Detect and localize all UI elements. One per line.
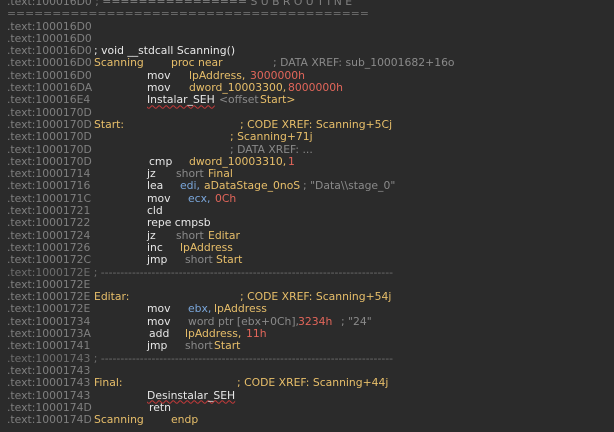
address: .text:1000172E bbox=[7, 302, 91, 316]
separator-line: .text:1000172E ; -----------------------… bbox=[0, 265, 614, 279]
operand-offset: <offset bbox=[219, 93, 259, 107]
operand-number: 8000000h bbox=[288, 81, 343, 95]
label-final[interactable]: Final: bbox=[94, 376, 123, 389]
address: .text:10001741 bbox=[7, 339, 91, 353]
label-start[interactable]: Start: bbox=[94, 118, 124, 131]
separator-line: ======================================== bbox=[0, 7, 614, 21]
operand-register: edi, bbox=[180, 179, 200, 193]
instruction-line: .text:10001743 Desinstalar_SEH bbox=[0, 388, 614, 402]
operand-register: ebx, bbox=[188, 302, 212, 316]
address: .text:10001743 bbox=[7, 376, 91, 390]
address: .text:100016E4 bbox=[7, 93, 91, 107]
proc-line: .text:100016D0 Scanning proc near ; DATA… bbox=[0, 56, 614, 70]
operand-register: ecx, bbox=[188, 191, 211, 205]
xref-comment[interactable]: ; CODE XREF: Scanning+44j bbox=[237, 376, 388, 389]
instruction-line: .text:1000170D cmp dword_10003310, 1 bbox=[0, 154, 614, 168]
instruction-line: .text:1000173A add lpAddress, 11h bbox=[0, 327, 614, 341]
mnemonic: mov bbox=[147, 302, 171, 316]
mnemonic: jmp bbox=[147, 339, 168, 353]
address: .text:10001716 bbox=[7, 179, 91, 193]
operand-number: 1 bbox=[288, 154, 295, 168]
blank-line: .text:100016D0 bbox=[0, 20, 614, 33]
xref-comment[interactable]: ; DATA XREF: sub_10001682+16o bbox=[273, 57, 455, 70]
string-comment: ; "24" bbox=[341, 314, 372, 328]
instruction-line: .text:10001724 jz short Editar bbox=[0, 229, 614, 242]
operand-start[interactable]: Start bbox=[216, 253, 242, 266]
comment-line: .text:1000170D ; Scanning+71j bbox=[0, 130, 614, 144]
operand-number: 0Ch bbox=[215, 191, 237, 205]
comment-line: .text:1000170D ; DATA XREF: ... bbox=[0, 142, 614, 156]
separator-line: .text:10001743 ; -----------------------… bbox=[0, 352, 614, 365]
operand-string-ref[interactable]: aDataStage_0noS bbox=[204, 180, 300, 193]
address: .text:1000170D bbox=[7, 142, 92, 156]
address: .text:1000174D bbox=[7, 413, 92, 427]
mnemonic: repe cmpsb bbox=[147, 216, 211, 230]
instruction-line: .text:10001716 lea edi, aDataStage_0noS … bbox=[0, 179, 614, 193]
instruction-line: .text:10001741 jmp short Start bbox=[0, 339, 614, 353]
macro-instalar-seh[interactable]: Instalar_SEH bbox=[147, 94, 215, 107]
label-scanning[interactable]: Scanning bbox=[94, 413, 144, 426]
mnemonic: lea bbox=[147, 179, 164, 193]
separator: ======================================== bbox=[7, 7, 369, 21]
instruction-line: .text:10001721 cld bbox=[0, 204, 614, 217]
directive: proc near bbox=[171, 56, 223, 70]
instruction-line: .text:10001734 mov word ptr [ebx+0Ch], 3… bbox=[0, 314, 614, 328]
operand-number: 11h bbox=[246, 327, 267, 341]
instruction-line: .text:1000174D retn bbox=[0, 400, 614, 414]
instruction-line: .text:10001722 repe cmpsb bbox=[0, 216, 614, 230]
operand-short: short bbox=[185, 253, 213, 267]
label-line: .text:1000172E Editar: ; CODE XREF: Scan… bbox=[0, 290, 614, 303]
operand-number: 3234h bbox=[298, 314, 333, 328]
operand-start[interactable]: Start> bbox=[260, 94, 295, 107]
string-comment: ; "Data\\stage_0" bbox=[303, 179, 396, 193]
label-line: .text:10001743 Final: ; CODE XREF: Scann… bbox=[0, 376, 614, 390]
address: .text:1000172C bbox=[7, 253, 92, 267]
operand-lpaddress[interactable]: lpAddress bbox=[214, 303, 267, 316]
mnemonic: jmp bbox=[147, 253, 168, 267]
instruction-line: .text:1000172C jmp short Start bbox=[0, 253, 614, 267]
instruction-line: .text:1000172E mov ebx, lpAddress bbox=[0, 302, 614, 316]
separator: .text:1000172E ; -----------------------… bbox=[7, 265, 393, 279]
macro-desinstalar-seh[interactable]: Desinstalar_SEH bbox=[147, 389, 235, 402]
disassembly-view[interactable]: .text:100016D0 ; ================ S U B … bbox=[0, 0, 614, 432]
address: .text:10001743 bbox=[7, 388, 91, 402]
operand-start[interactable]: Start bbox=[214, 340, 240, 353]
xref-comment[interactable]: ; DATA XREF: ... bbox=[230, 143, 313, 156]
xref-comment[interactable]: ; Scanning+71j bbox=[230, 130, 313, 143]
label-scanning[interactable]: Scanning bbox=[94, 57, 144, 70]
address: .text:100016D0 bbox=[7, 56, 92, 70]
address: .text:1000170D bbox=[7, 130, 92, 144]
operand-short: short bbox=[185, 339, 213, 353]
blank-line: .text:100016D0 bbox=[0, 32, 614, 45]
instruction-line: .text:10001726 inc lpAddress bbox=[0, 241, 614, 254]
mnemonic: retn bbox=[149, 400, 171, 414]
proc-end-line: .text:1000174D Scanning endp bbox=[0, 413, 614, 427]
label-editar[interactable]: Editar: bbox=[94, 290, 129, 303]
instruction-line: .text:100016DA mov dword_10003300, 80000… bbox=[0, 81, 614, 95]
directive: endp bbox=[171, 413, 199, 427]
address: .text:10001722 bbox=[7, 216, 91, 230]
instruction-line: .text:100016E4 Instalar_SEH <offset Star… bbox=[0, 93, 614, 107]
instruction-line: .text:1000171C mov ecx, 0Ch bbox=[0, 191, 614, 205]
